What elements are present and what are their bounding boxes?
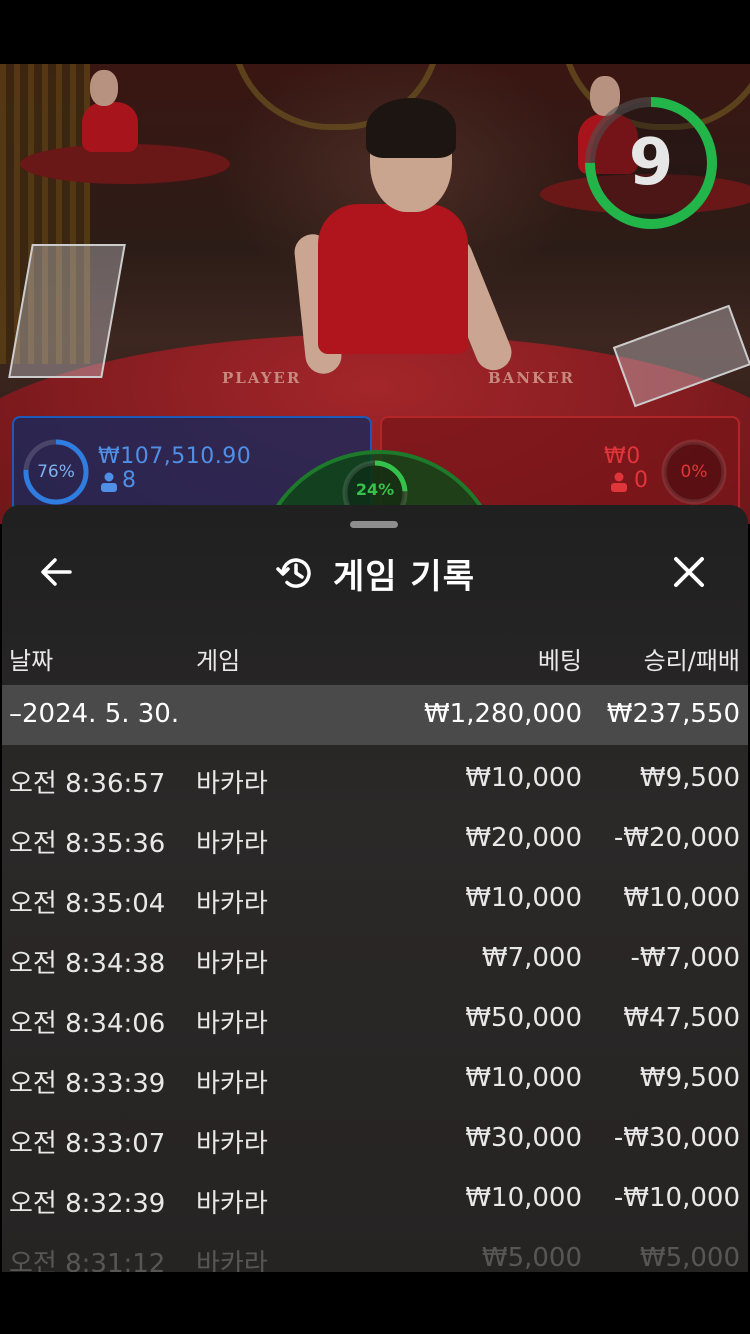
row-game: 바카라: [196, 1009, 268, 1039]
row-bet: ₩30,000: [465, 1123, 582, 1153]
column-bet: 베팅: [537, 647, 582, 675]
column-date: 날짜: [9, 647, 54, 675]
row-bet: ₩10,000: [465, 763, 582, 793]
row-time: 오전 8:34:06: [9, 1009, 166, 1039]
history-row[interactable]: 오전 8:33:39 바카라 ₩10,000 ₩9,500: [2, 1049, 748, 1109]
row-winloss: ₩9,500: [639, 763, 740, 793]
row-bet: ₩50,000: [465, 1003, 582, 1033]
column-game: 게임: [196, 647, 241, 675]
row-winloss: ₩10,000: [623, 883, 740, 913]
banker-bettor-count: 0: [634, 468, 648, 493]
player-bet-amount: ₩107,510.90: [98, 444, 252, 469]
row-bet: ₩7,000: [481, 943, 582, 973]
table-label-player: PLAYER: [222, 369, 302, 387]
history-table-header: 날짜 게임 베팅 승리/패배: [2, 629, 748, 685]
background-dealer-head: [90, 70, 118, 106]
sheet-drag-handle[interactable]: [350, 521, 398, 528]
row-winloss: -₩30,000: [613, 1123, 740, 1153]
person-icon: [611, 472, 627, 492]
close-button[interactable]: [666, 549, 712, 595]
column-winloss: 승리/패배: [643, 647, 740, 675]
day-summary-row[interactable]: –2024. 5. 30. ₩1,280,000 ₩237,550: [2, 685, 748, 745]
table-label-banker: BANKER: [488, 369, 575, 387]
history-row[interactable]: 오전 8:34:38 바카라 ₩7,000 -₩7,000: [2, 929, 748, 989]
row-bet: ₩10,000: [465, 1063, 582, 1093]
bottom-black-bar: [0, 1272, 750, 1334]
row-bet: ₩10,000: [465, 1183, 582, 1213]
history-row[interactable]: 오전 8:33:07 바카라 ₩30,000 -₩30,000: [2, 1109, 748, 1169]
row-winloss: -₩20,000: [613, 823, 740, 853]
history-row[interactable]: 오전 8:36:57 바카라 ₩10,000 ₩9,500: [2, 749, 748, 809]
row-winloss: ₩5,000: [639, 1243, 740, 1272]
history-row[interactable]: 오전 8:32:39 바카라 ₩10,000 -₩10,000: [2, 1169, 748, 1229]
sheet-header: 게임 기록: [2, 545, 748, 601]
row-time: 오전 8:31:12: [9, 1249, 166, 1272]
sheet-title: 게임 기록: [333, 556, 475, 597]
row-time: 오전 8:35:04: [9, 889, 166, 919]
row-time: 오전 8:33:07: [9, 1129, 166, 1159]
row-time: 오전 8:36:57: [9, 769, 166, 799]
player-percent: 76%: [37, 462, 75, 482]
row-winloss: -₩7,000: [630, 943, 740, 973]
countdown-number: 9: [628, 126, 674, 200]
row-time: 오전 8:33:39: [9, 1069, 166, 1099]
row-game: 바카라: [196, 1249, 268, 1272]
history-row[interactable]: 오전 8:34:06 바카라 ₩50,000 ₩47,500: [2, 989, 748, 1049]
row-game: 바카라: [196, 1129, 268, 1159]
row-time: 오전 8:35:36: [9, 829, 166, 859]
close-icon: [674, 557, 704, 587]
banker-percent: 0%: [680, 462, 708, 482]
history-row[interactable]: 오전 8:35:36 바카라 ₩20,000 -₩20,000: [2, 809, 748, 869]
background-dealer: [82, 102, 138, 152]
row-game: 바카라: [196, 1069, 268, 1099]
history-row[interactable]: 오전 8:31:12 바카라 ₩5,000 ₩5,000: [2, 1229, 748, 1272]
row-winloss: ₩47,500: [623, 1003, 740, 1033]
top-black-bar: [0, 0, 750, 64]
tie-percent: 24%: [355, 480, 395, 499]
dealer-hair: [366, 98, 456, 158]
row-time: 오전 8:32:39: [9, 1189, 166, 1219]
row-bet: ₩10,000: [465, 883, 582, 913]
row-game: 바카라: [196, 1189, 268, 1219]
row-winloss: ₩9,500: [639, 1063, 740, 1093]
history-rows: 오전 8:36:57 바카라 ₩10,000 ₩9,500 오전 8:35:36…: [2, 749, 748, 1272]
row-bet: ₩5,000: [481, 1243, 582, 1272]
day-winloss-total: ₩237,550: [606, 699, 740, 729]
row-winloss: -₩10,000: [613, 1183, 740, 1213]
dealer-body: [318, 204, 468, 354]
row-game: 바카라: [196, 949, 268, 979]
countdown-timer: 9: [582, 94, 720, 232]
game-history-sheet: 게임 기록 날짜 게임 베팅 승리/패배 –2024. 5. 30. ₩1,28…: [2, 505, 748, 1272]
row-game: 바카라: [196, 769, 268, 799]
player-bettor-count: 8: [122, 468, 136, 493]
day-date: –2024. 5. 30.: [9, 699, 180, 729]
row-game: 바카라: [196, 829, 268, 859]
history-row[interactable]: 오전 8:35:04 바카라 ₩10,000 ₩10,000: [2, 869, 748, 929]
person-icon: [101, 472, 117, 492]
row-time: 오전 8:34:38: [9, 949, 166, 979]
banker-bet-amount: ₩0: [604, 444, 641, 469]
day-bet-total: ₩1,280,000: [423, 699, 582, 729]
row-bet: ₩20,000: [465, 823, 582, 853]
history-clock-icon: [276, 558, 311, 588]
row-game: 바카라: [196, 889, 268, 919]
